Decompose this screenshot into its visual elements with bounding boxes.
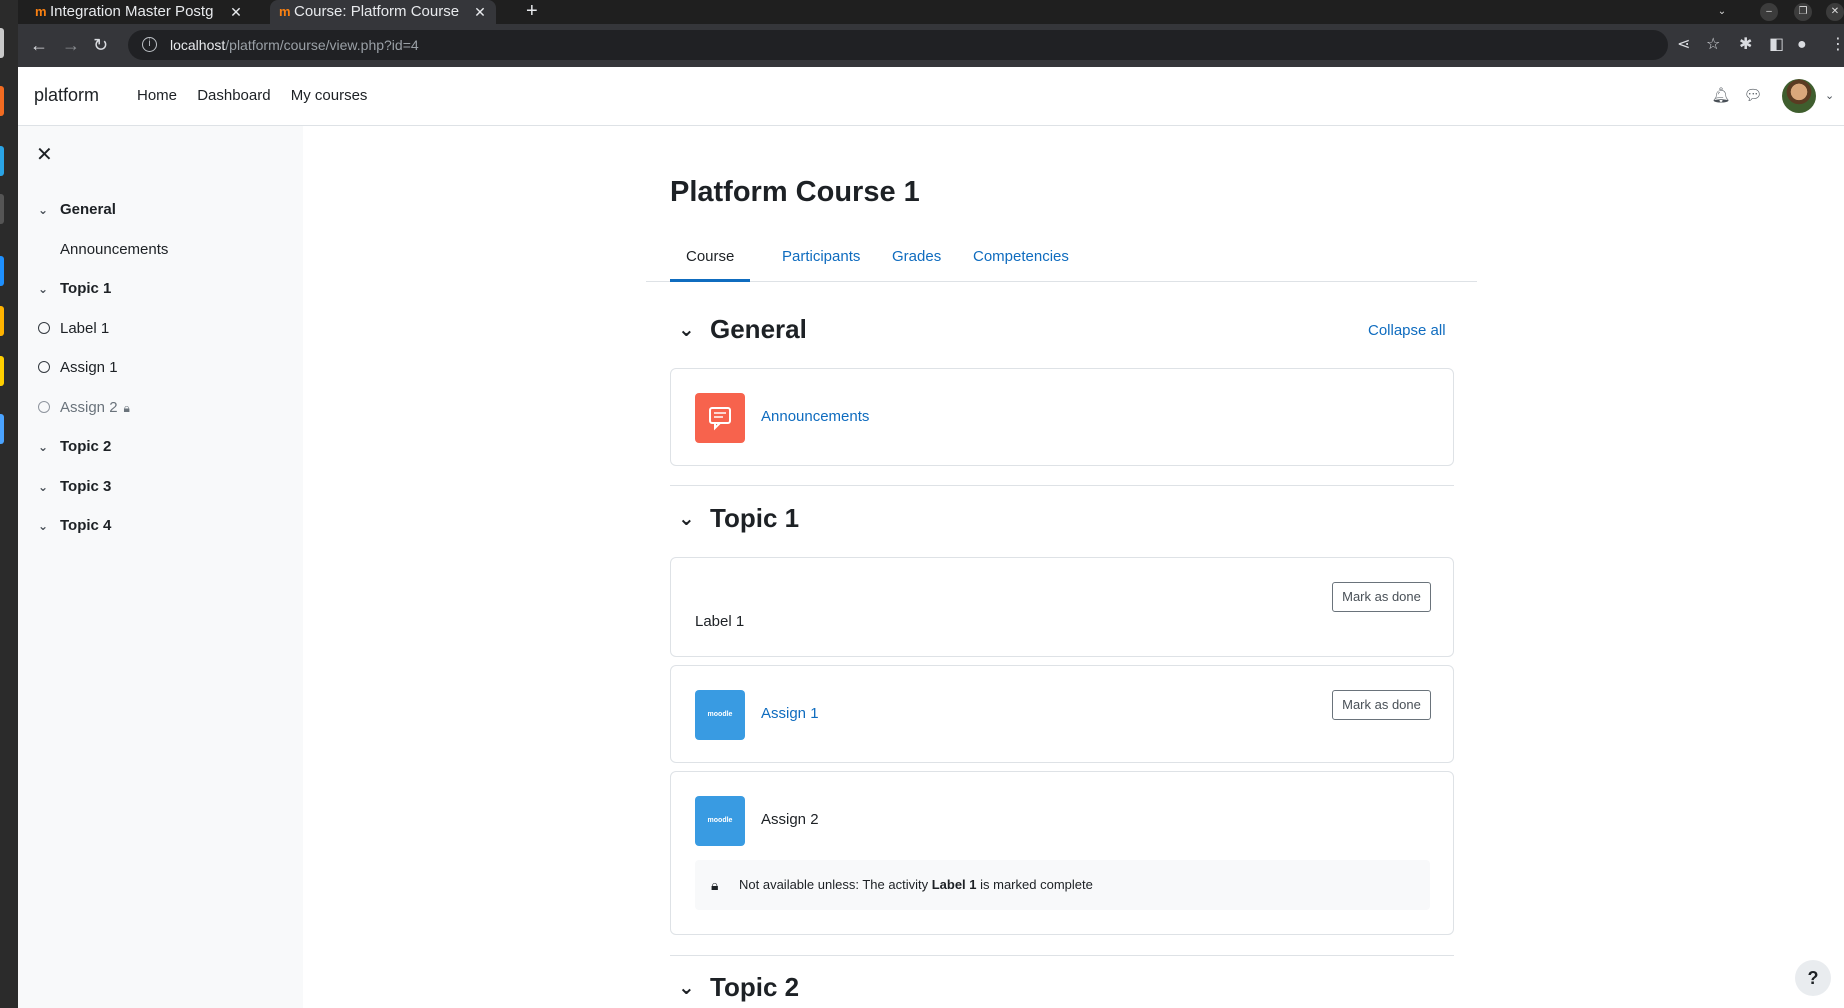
tab-participants[interactable]: Participants	[766, 242, 876, 279]
page-title: Platform Course 1	[670, 176, 920, 208]
lock-icon: 🔒︎	[123, 401, 130, 415]
dock-app-icon[interactable]	[0, 86, 4, 116]
site-navbar: platform Home Dashboard My courses 🔔︎ 💬︎…	[18, 67, 1844, 126]
new-tab-plus-icon[interactable]: +	[526, 0, 538, 23]
back-arrow-icon[interactable]: ←	[30, 35, 48, 55]
course-index-drawer: ✕ ⌄ General Announcements ⌄ Topic 1 Label …	[18, 126, 303, 1008]
tab-grades[interactable]: Grades	[876, 242, 957, 279]
notifications-bell-icon[interactable]: 🔔︎	[1711, 86, 1731, 106]
forum-icon	[695, 393, 745, 443]
extensions-puzzle-icon[interactable]: ✱	[1739, 36, 1752, 54]
course-index-section-topic-1[interactable]: ⌄ Topic 1	[38, 279, 111, 299]
dock-app-icon[interactable]	[0, 146, 4, 176]
dock-app-icon[interactable]	[0, 356, 4, 386]
course-index-activity-announcements[interactable]: Announcements	[60, 240, 168, 260]
mark-as-done-button[interactable]: Mark as done	[1332, 582, 1431, 612]
section-title-topic-1[interactable]: ⌄ Topic 1	[678, 503, 799, 534]
dock-app-icon[interactable]	[0, 306, 4, 336]
window-close-icon[interactable]: ✕	[1826, 3, 1844, 21]
tab-title: Course: Platform Course	[294, 3, 460, 20]
course-index-section-topic-2[interactable]: ⌄ Topic 2	[38, 437, 111, 457]
lock-icon: 🔒︎	[711, 877, 719, 893]
close-icon[interactable]: ✕	[230, 0, 242, 24]
mark-as-done-button[interactable]: Mark as done	[1332, 690, 1431, 720]
dock-app-icon[interactable]	[0, 414, 4, 444]
restore-icon[interactable]: ❐	[1794, 3, 1812, 21]
chevron-down-icon[interactable]: ⌄	[678, 506, 710, 531]
minimize-icon[interactable]: –	[1760, 3, 1778, 21]
close-icon[interactable]: ✕	[474, 0, 486, 24]
assignment-icon: moodle	[695, 796, 745, 846]
completion-circle-icon	[38, 322, 50, 334]
moodle-favicon-icon: m	[279, 4, 291, 19]
side-panel-icon[interactable]: ◧	[1769, 36, 1784, 54]
messages-chat-icon[interactable]: 💬︎	[1743, 86, 1763, 106]
course-index-activity-assign-2[interactable]: Assign 2 🔒︎	[38, 398, 130, 418]
secondary-navigation: Course Participants Grades Competencies	[646, 236, 1477, 282]
activity-card-assign-2: moodle Assign 2 🔒︎ Not available unless:…	[670, 771, 1454, 935]
browser-tab-bar: m Integration Master Postg ✕ m Course: P…	[18, 0, 1844, 24]
share-icon[interactable]: ⋖	[1677, 36, 1690, 54]
nav-link-dashboard[interactable]: Dashboard	[197, 87, 270, 104]
tab-search-chevron-icon[interactable]: ⌄	[1713, 3, 1731, 21]
activity-link-assign-1[interactable]: Assign 1	[761, 705, 819, 722]
assignment-icon: moodle	[695, 690, 745, 740]
section-title-general[interactable]: ⌄ General	[678, 314, 807, 345]
tab-course[interactable]: Course	[670, 242, 751, 282]
course-index-section-topic-4[interactable]: ⌄ Topic 4	[38, 516, 111, 536]
section-title-topic-2[interactable]: ⌄ Topic 2	[678, 972, 799, 1003]
section-divider	[670, 485, 1454, 486]
primary-navigation: Home Dashboard My courses	[137, 87, 383, 104]
close-drawer-icon[interactable]: ✕	[36, 142, 53, 167]
collapse-all-link[interactable]: Collapse all	[1368, 322, 1446, 339]
os-dock	[0, 0, 18, 1008]
activity-card-assign-1: moodle Assign 1 Mark as done	[670, 665, 1454, 763]
dock-app-icon[interactable]	[0, 28, 4, 58]
chevron-down-icon[interactable]: ⌄	[678, 317, 710, 342]
completion-circle-icon	[38, 361, 50, 373]
activity-card-announcements: Announcements	[670, 368, 1454, 466]
forward-arrow-icon[interactable]: →	[62, 35, 80, 55]
chevron-down-icon[interactable]: ⌄	[678, 975, 710, 1000]
moodle-favicon-icon: m	[35, 4, 47, 19]
availability-restriction: 🔒︎ Not available unless: The activity La…	[695, 860, 1430, 910]
activity-link-announcements[interactable]: Announcements	[761, 408, 869, 425]
chevron-down-icon[interactable]: ⌄	[38, 477, 60, 497]
course-index-activity-assign-1[interactable]: Assign 1	[38, 358, 118, 378]
activity-card-label-1: Mark as done Label 1	[670, 557, 1454, 657]
dock-app-icon[interactable]	[0, 194, 4, 224]
browser-tab-active[interactable]: m Course: Platform Course ✕	[270, 0, 497, 24]
nav-link-my-courses[interactable]: My courses	[291, 87, 368, 104]
reload-icon[interactable]: ↻	[93, 35, 108, 55]
chevron-down-icon[interactable]: ⌄	[1825, 89, 1834, 102]
course-index-section-topic-3[interactable]: ⌄ Topic 3	[38, 477, 111, 497]
dock-app-icon[interactable]	[0, 256, 4, 286]
help-button[interactable]: ?	[1795, 960, 1831, 996]
user-avatar[interactable]	[1782, 79, 1816, 113]
chevron-down-icon[interactable]: ⌄	[38, 437, 60, 457]
activity-name-assign-2: Assign 2	[761, 811, 819, 828]
completion-circle-icon	[38, 401, 50, 413]
chevron-down-icon[interactable]: ⌄	[38, 279, 60, 299]
nav-link-home[interactable]: Home	[137, 87, 177, 104]
profile-icon[interactable]: ●	[1797, 36, 1807, 54]
browser-menu-icon[interactable]: ⋮	[1830, 36, 1844, 54]
site-brand[interactable]: platform	[34, 85, 99, 106]
label-text: Label 1	[695, 613, 745, 630]
course-index-activity-label-1[interactable]: Label 1	[38, 319, 109, 339]
bookmark-star-icon[interactable]: ☆	[1706, 36, 1720, 54]
chevron-down-icon[interactable]: ⌄	[38, 516, 60, 536]
tab-title: Integration Master Postg	[50, 3, 214, 20]
section-divider	[670, 955, 1454, 956]
browser-toolbar: ← → ↻ i localhost/platform/course/view.p…	[18, 24, 1844, 67]
site-info-icon[interactable]: i	[142, 37, 157, 52]
address-bar[interactable]: i localhost/platform/course/view.php?id=…	[128, 30, 1668, 60]
course-index-section-general[interactable]: ⌄ General	[38, 200, 116, 220]
tab-competencies[interactable]: Competencies	[957, 242, 1085, 279]
browser-tab[interactable]: m Integration Master Postg ✕	[26, 0, 252, 24]
url-text: localhost/platform/course/view.php?id=4	[170, 37, 419, 53]
chevron-down-icon[interactable]: ⌄	[38, 200, 60, 220]
